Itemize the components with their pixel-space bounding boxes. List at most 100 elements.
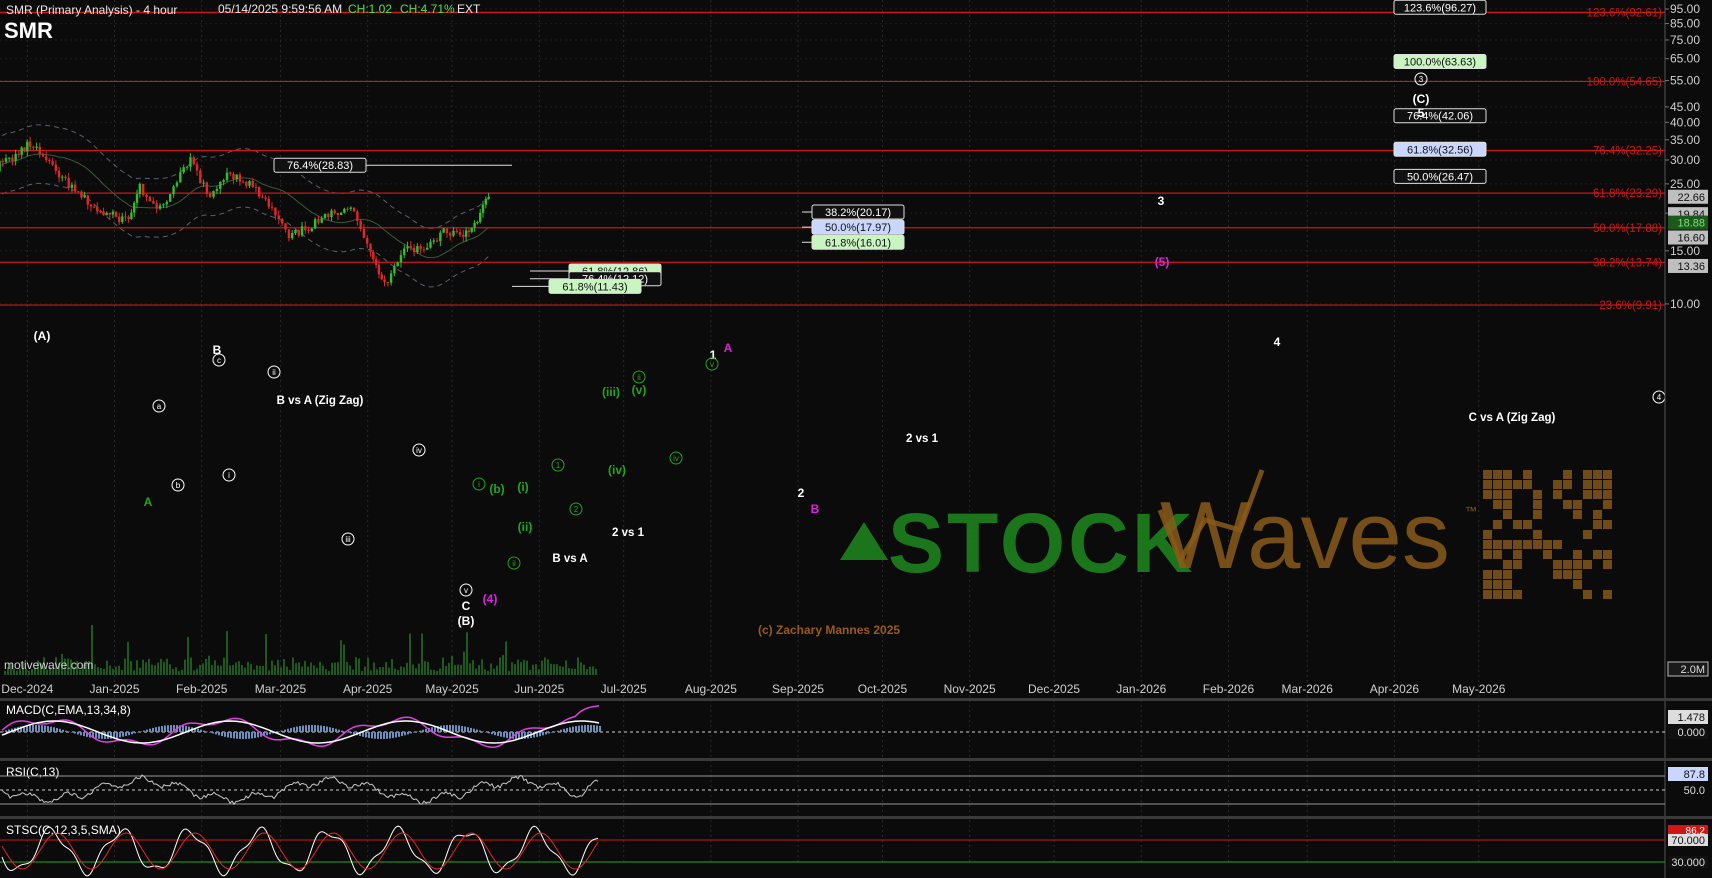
volume-bar [196, 668, 198, 675]
qr-cell [1503, 570, 1512, 579]
volume-bar [208, 655, 210, 675]
macd-histogram-bar [59, 728, 61, 732]
circled-wave-label: ii [637, 373, 641, 382]
candle-body [481, 204, 485, 213]
macd-histogram-bar [83, 732, 85, 737]
price-label-text: 16.60 [1677, 233, 1705, 245]
candle-body [356, 211, 359, 221]
candle-body [155, 203, 158, 209]
volume-bar [583, 664, 585, 675]
volume-bar [499, 657, 501, 675]
wave-label: (4) [483, 592, 498, 606]
macd-histogram-bar [308, 725, 310, 732]
macd-histogram-bar [116, 732, 118, 738]
macd-histogram-bar [506, 732, 508, 738]
x-tick-label: May-2026 [1452, 682, 1506, 696]
volume-bar [406, 662, 408, 675]
candle-body [310, 228, 314, 232]
volume-bar [133, 670, 135, 675]
y-tick-label: 55.00 [1670, 74, 1700, 88]
circled-wave-label: v [710, 360, 714, 369]
indicator-title: STSC(C,12,3,5,SMA) [6, 823, 121, 837]
candle-body [478, 212, 482, 222]
y-tick-label: 15.00 [1670, 244, 1700, 258]
candle-body [114, 211, 118, 217]
macd-histogram-bar [146, 729, 148, 732]
macd-histogram-bar [470, 727, 472, 732]
macd-histogram-bar [323, 726, 325, 732]
volume-bar [211, 665, 213, 675]
candle-body [473, 222, 476, 228]
candle-body [54, 164, 58, 171]
macd-histogram-bar [215, 732, 217, 735]
macd-histogram-bar [410, 732, 412, 734]
candle-body [254, 186, 258, 188]
volume-bar [238, 661, 240, 675]
qr-cell [1493, 470, 1502, 479]
qr-cell [1593, 550, 1602, 559]
candle-body [0, 160, 1, 172]
macd-histogram-bar [362, 732, 364, 737]
red-level-label: 38.2%(13.74) [1593, 257, 1662, 269]
qr-cell [1593, 470, 1602, 479]
x-tick-label: Jun-2025 [514, 682, 564, 696]
qr-cell [1483, 580, 1492, 589]
x-tick-label: Dec-2025 [1028, 682, 1080, 696]
candle-body [330, 210, 333, 217]
candle-body [121, 216, 124, 222]
volume-bar [496, 665, 498, 675]
volume-bar [175, 667, 177, 675]
volume-bar [439, 668, 441, 675]
price-label-text: 13.36 [1677, 261, 1705, 273]
qr-cell [1513, 480, 1522, 489]
candle-body [205, 182, 209, 194]
volume-bar [265, 634, 267, 675]
candle-body [294, 229, 297, 234]
macd-histogram-bar [221, 732, 223, 737]
candle-body [245, 182, 248, 186]
candle-body [380, 274, 383, 280]
volume-bar [115, 666, 117, 675]
macd-histogram-bar [47, 726, 49, 732]
volume-bar [502, 655, 504, 675]
qr-cell [1603, 490, 1612, 499]
macd-histogram-bar [53, 727, 55, 732]
volume-bar [427, 661, 429, 675]
indicator-value: 30.000 [1671, 857, 1705, 869]
candle-body [467, 230, 471, 232]
candle-body [14, 153, 17, 162]
y-tick-label: 65.00 [1670, 52, 1700, 66]
macd-histogram-bar [392, 732, 394, 739]
candle-body [152, 201, 155, 204]
qr-cell [1533, 510, 1542, 519]
qr-cell [1583, 590, 1592, 599]
x-tick-label: Feb-2025 [176, 682, 228, 696]
macd-histogram-bar [56, 728, 58, 732]
macd-histogram-bar [266, 732, 268, 736]
macd-histogram-bar [473, 728, 475, 732]
volume-bar [493, 668, 495, 675]
candle-body [455, 230, 458, 233]
volume-bar [544, 657, 546, 675]
volume-bar [343, 644, 345, 675]
macd-histogram-bar [455, 725, 457, 732]
candle-body [313, 219, 317, 229]
macd-histogram-bar [80, 732, 82, 736]
candle-body [215, 188, 219, 191]
volume-bar [415, 668, 417, 675]
volume-bar [214, 660, 216, 675]
candle-body [124, 216, 127, 218]
candle-body [219, 181, 222, 189]
macd-histogram-bar [149, 728, 151, 732]
candle-body [41, 153, 45, 157]
candle-body [386, 281, 390, 283]
macd-histogram-bar [35, 725, 37, 732]
qr-cell [1563, 480, 1572, 489]
candle-body [80, 191, 83, 198]
volume-bar [388, 667, 390, 675]
candle-body [132, 202, 136, 213]
candle-body [336, 212, 340, 215]
candle-body [182, 167, 185, 173]
qr-cell [1493, 480, 1502, 489]
qr-cell [1603, 560, 1612, 569]
